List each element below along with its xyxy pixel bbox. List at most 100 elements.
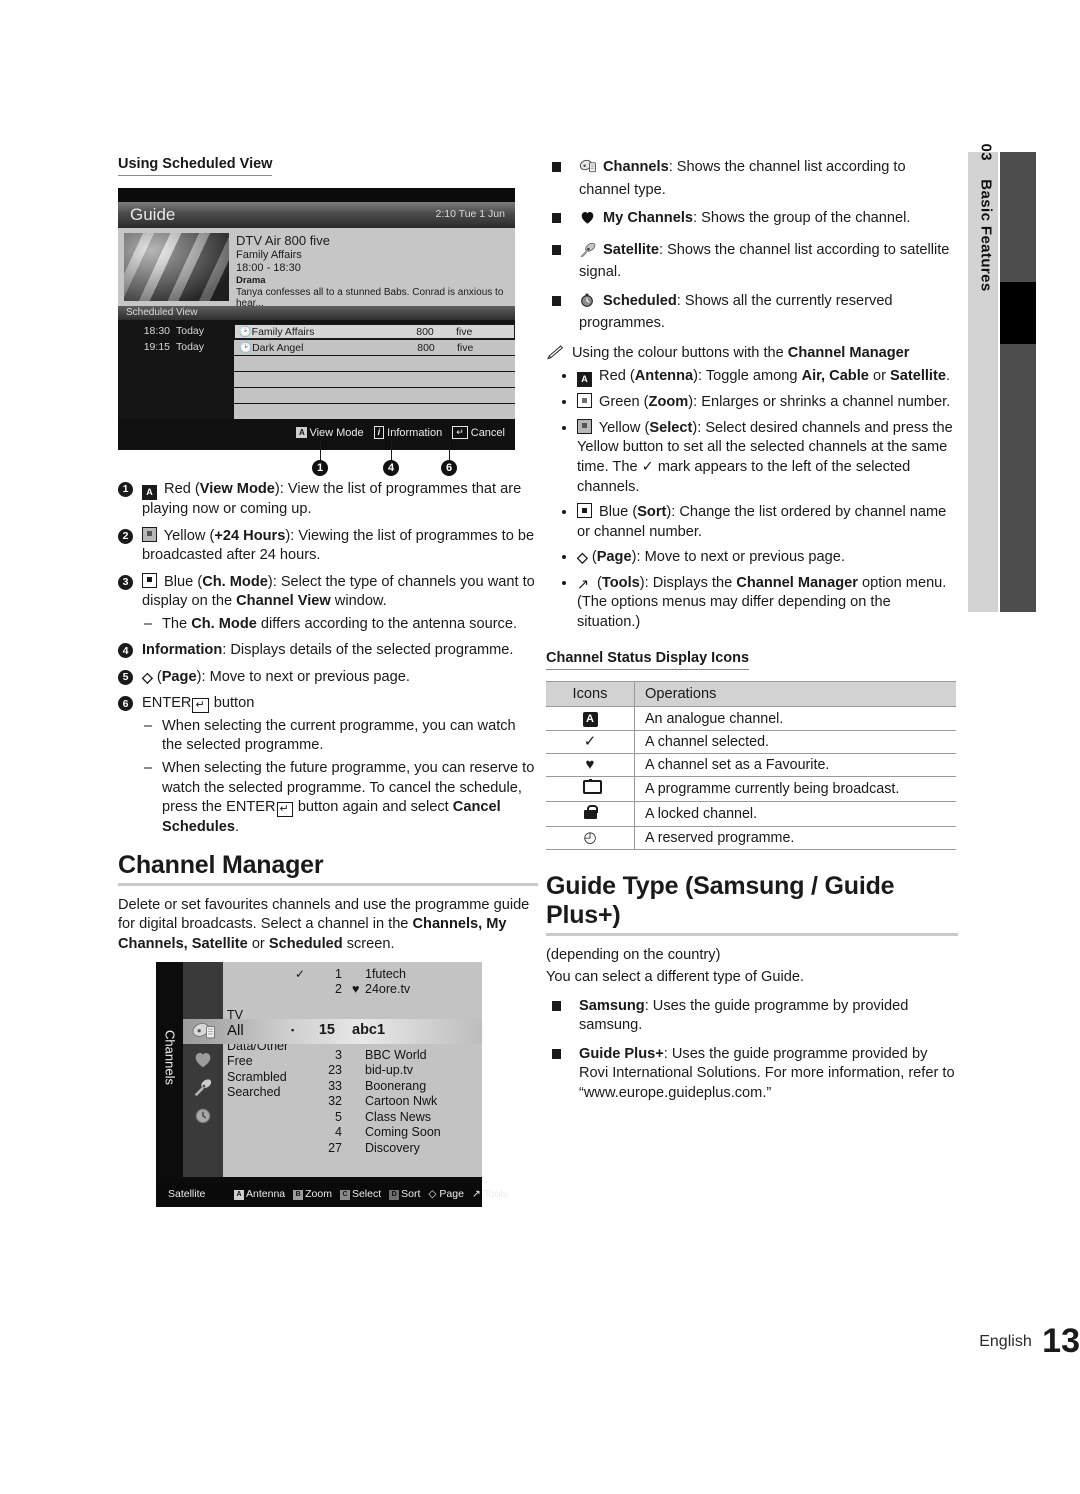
colour-button-text: ↗ (Tools): Displays the Channel Manager …: [577, 574, 947, 630]
guide-row-empty[interactable]: [118, 372, 515, 387]
guide-thumbnail: [124, 233, 229, 301]
cm-row-number: 2: [335, 982, 342, 997]
numbered-item: 6 ENTER↵ button When selecting the current…: [118, 694, 538, 837]
cm-row-name: Discovery: [365, 1140, 420, 1155]
channel-manager-body: Delete or set favourites channels and us…: [118, 896, 530, 952]
cm-row-name: 24ore.tv: [365, 982, 411, 997]
guide-row-time: 19:15: [143, 341, 170, 353]
cm-key-icon: D: [389, 1189, 400, 1200]
dot-bullet-icon: [562, 510, 566, 515]
cm-row-name: 1futech: [365, 966, 407, 981]
guide-row-empty[interactable]: [118, 404, 515, 419]
cm-channel-row[interactable]: 27 Discovery: [291, 1140, 478, 1156]
table-cell-icon: A: [546, 706, 635, 732]
cm-category-item[interactable]: Free: [227, 1054, 288, 1070]
cm-highlight-row[interactable]: All ▪ 15 abc1: [183, 1018, 482, 1044]
page-footer: English 13: [0, 1322, 1080, 1361]
footer-page-number: 13: [1042, 1322, 1080, 1360]
check-icon: ✓: [583, 733, 597, 751]
cm-row-name: Coming Soon: [365, 1125, 441, 1140]
cm-highlight-number: 15: [318, 1021, 335, 1038]
cm-channel-row[interactable]: 2 ♥ 24ore.tv: [291, 981, 478, 997]
cm-channel-row[interactable]: 23 bid-up.tv: [291, 1062, 478, 1078]
cm-channel-row[interactable]: ✓ 1 1futech: [291, 966, 478, 982]
chapter-tab-text: 03 Basic Features: [978, 144, 995, 594]
channel-manager-screenshot: Channels TV Data/Other Free Scrambled Se…: [156, 961, 508, 1207]
cm-row-name: bid-up.tv: [365, 1063, 413, 1078]
using-scheduled-view-heading: Using Scheduled View: [118, 156, 273, 176]
dot-bullet-icon: [562, 400, 566, 405]
cm-key-page-icon: ◇: [428, 1187, 437, 1200]
guide-row[interactable]: 19:15 Today 🕑Dark Angel 800 five: [118, 340, 515, 355]
callout-leader: [391, 440, 392, 462]
cm-row-fav: ♥: [352, 982, 360, 997]
guide-topbar: [118, 188, 515, 202]
table-row: ◴ A reserved programme.: [546, 826, 956, 851]
square-bullet-icon: [552, 1048, 561, 1059]
cm-side-strip: Channels: [156, 961, 183, 1177]
cm-channel-list-top: ✓ 1 1futech 2 ♥ 24ore.tv: [291, 966, 478, 997]
key-info-icon: i: [373, 426, 385, 439]
guide-channel: DTV Air 800 five: [236, 233, 330, 248]
guide-row-empty[interactable]: [118, 356, 515, 371]
channel-manager-rule: [118, 883, 538, 886]
cm-row-number: 4: [335, 1125, 342, 1140]
callout-leader: [320, 440, 321, 462]
screen-list-text: Channels: Shows the channel list accordi…: [579, 159, 906, 198]
guide-type-rule: [546, 933, 958, 936]
guide-time: 18:00 - 18:30: [236, 262, 301, 274]
manual-page: 03 Basic Features Using Scheduled View G…: [0, 0, 1080, 1494]
cm-channel-row[interactable]: 33 Boonerang: [291, 1078, 478, 1094]
table-cell-icon: ♥: [546, 753, 635, 778]
colour-button-text: Blue (Sort): Change the list ordered by …: [577, 503, 947, 540]
colour-button-item: ↗ (Tools): Displays the Channel Manager …: [560, 574, 958, 633]
colour-buttons-note: Using the colour buttons with the Channe…: [546, 344, 958, 364]
cm-row-name: Class News: [365, 1109, 431, 1124]
clock-icon: [195, 1108, 211, 1124]
cm-key-icon: C: [339, 1189, 350, 1200]
cm-channel-row[interactable]: 5 Class News: [291, 1109, 478, 1125]
table-header-row: Icons Operations: [546, 681, 956, 708]
callout-leader: [449, 440, 450, 462]
square-bullet-icon: [552, 213, 561, 224]
guide-row-number: 800: [416, 325, 434, 338]
screen-list-item: Satellite: Shows the channel list accord…: [546, 241, 958, 283]
callout-bullet: 6: [441, 460, 457, 476]
item-number: 5: [118, 669, 133, 685]
square-bullet-icon: [552, 244, 561, 255]
guide-screenshot: Guide 2:10 Tue 1 Jun DTV Air 800 five Fa…: [118, 188, 515, 450]
dot-bullet-icon: [562, 374, 566, 379]
cm-category-item[interactable]: Searched: [227, 1085, 288, 1101]
cm-channel-row[interactable]: 4 Coming Soon: [291, 1124, 478, 1140]
chapter-tab-marker: [1000, 282, 1036, 344]
colour-button-text: Yellow (Select): Select desired channels…: [577, 418, 953, 495]
table-cell-icon: [546, 776, 635, 803]
guide-clock: 2:10 Tue 1 Jun: [435, 208, 505, 220]
table-row: A programme currently being broadcast.: [546, 776, 956, 803]
guide-synopsis: Tanya confesses all to a stunned Babs. C…: [236, 287, 504, 309]
callout-bullet: 1: [312, 460, 328, 476]
guide-row-day: Today: [176, 341, 205, 353]
cm-category-item[interactable]: Scrambled: [227, 1070, 288, 1086]
guide-row[interactable]: 18:30 Today 🕑Family Affairs 800 five: [118, 324, 515, 339]
cm-channel-row[interactable]: 3 BBC World: [291, 1047, 478, 1063]
cm-key-tools-icon: ↗: [471, 1187, 481, 1200]
guide-type-line1: (depending on the country): [546, 946, 721, 963]
table-row: ♥ A channel set as a Favourite.: [546, 753, 956, 778]
table-cell-icon: [546, 801, 635, 828]
guide-row-empty[interactable]: [118, 388, 515, 403]
cm-list-panel: TVRadioData/OtherFreeScrambledSearched ✓…: [223, 961, 482, 1177]
right-column: Channels: Shows the channel list accordi…: [546, 158, 958, 1112]
cm-channel-row[interactable]: 32 Cartoon Nwk: [291, 1093, 478, 1109]
table-cell-operation: A programme currently being broadcast.: [634, 776, 956, 803]
guide-row-name: 🕑Family Affairs: [238, 326, 315, 338]
cm-highlight-category: All: [227, 1021, 244, 1039]
item-text: A Red (View Mode): View the list of prog…: [142, 481, 522, 517]
cm-row-number: 33: [328, 1078, 342, 1093]
pencil-icon: [547, 345, 564, 360]
analogue-a-icon: A: [582, 712, 598, 728]
cm-row-number: 27: [328, 1140, 342, 1155]
table-cell-operation: A locked channel.: [634, 801, 956, 828]
cm-row-number: 5: [335, 1109, 342, 1124]
cm-source-label: Satellite: [168, 1187, 206, 1200]
